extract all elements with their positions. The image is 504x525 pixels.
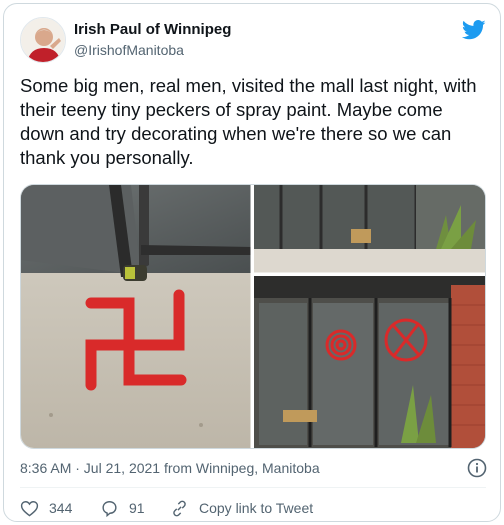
copy-link-label: Copy link to Tweet [199, 500, 314, 516]
photo-swastika[interactable] [21, 185, 252, 449]
link-icon [173, 500, 186, 516]
author-handle[interactable]: @IrishofManitoba [74, 42, 184, 58]
author-name[interactable]: Irish Paul of Winnipeg [74, 21, 231, 38]
action-bar: 344 91 Copy link to Tweet [20, 497, 370, 519]
media-grid[interactable] [20, 184, 486, 449]
heart-icon [20, 500, 39, 517]
tweet-timestamp[interactable]: 8:36 AM · Jul 21, 2021 from Winnipeg, Ma… [20, 460, 320, 476]
reply-count: 91 [129, 500, 145, 516]
twitter-bird-icon[interactable] [461, 19, 486, 41]
info-icon[interactable] [467, 458, 487, 478]
tweet-card: Irish Paul of Winnipeg @IrishofManitoba … [3, 3, 501, 522]
reply-icon [102, 500, 117, 517]
reply-button[interactable]: 91 [100, 499, 170, 518]
copy-link-button[interactable]: Copy link to Tweet [170, 499, 370, 518]
photo-window-graffiti[interactable] [254, 276, 486, 449]
like-button[interactable]: 344 [20, 499, 100, 518]
photo-storefront[interactable] [254, 185, 486, 273]
avatar[interactable] [20, 17, 66, 63]
tweet-text: Some big men, real men, visited the mall… [20, 75, 477, 168]
divider [20, 487, 486, 488]
like-count: 344 [49, 500, 73, 516]
